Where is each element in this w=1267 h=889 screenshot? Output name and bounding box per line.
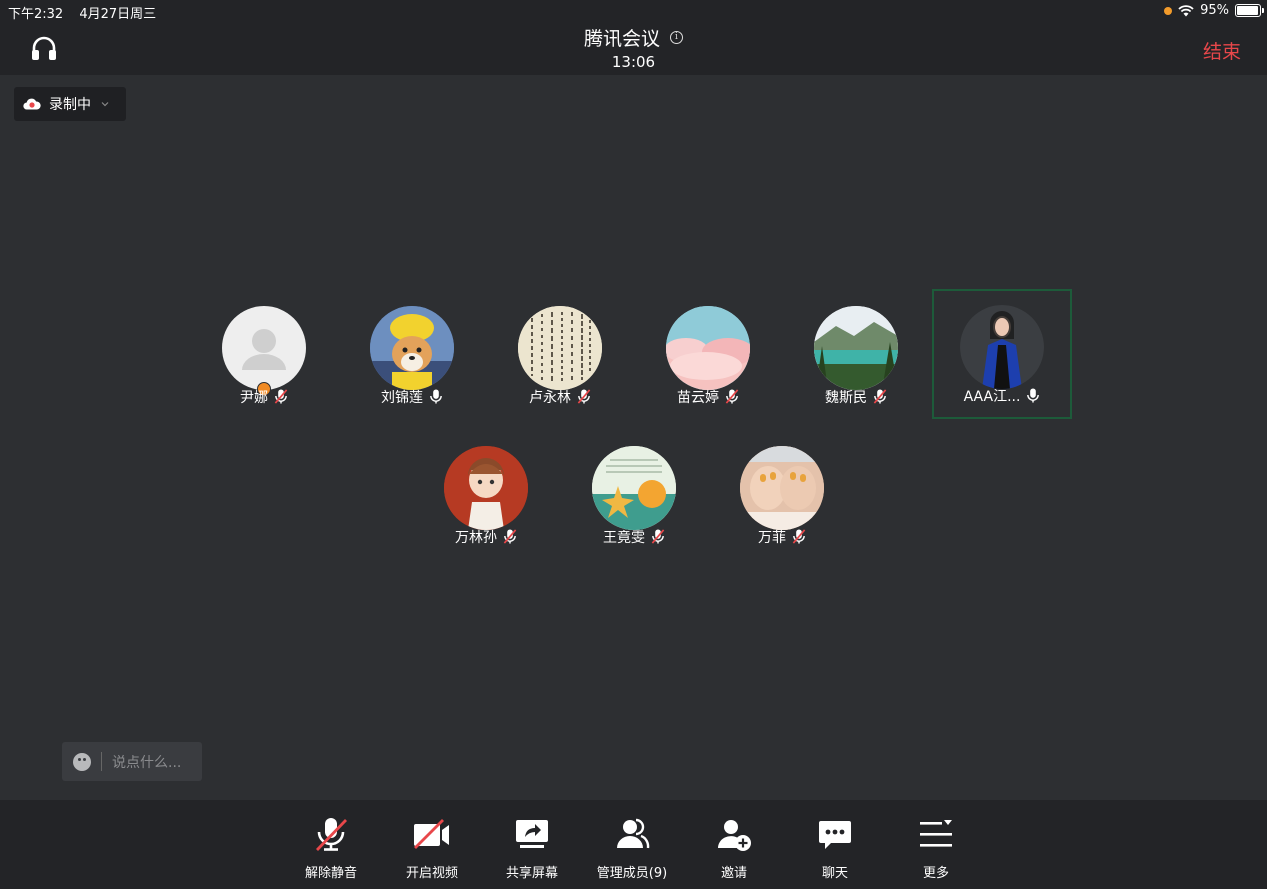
- share-screen-button[interactable]: 共享屏幕: [487, 800, 577, 889]
- chevron-down-icon: [101, 102, 109, 107]
- participant-tile[interactable]: 刘锦莲: [342, 290, 482, 420]
- meeting-title[interactable]: 腾讯会议 i: [584, 24, 683, 51]
- participant-name: 刘锦莲: [381, 390, 423, 406]
- shiba-dog-photo: [370, 306, 454, 390]
- add-person-icon: [718, 820, 751, 851]
- mic-icon: [429, 389, 443, 404]
- status-time: 下午2:32: [8, 7, 64, 22]
- chat-placeholder: 说点什么...: [112, 754, 182, 771]
- status-bar: 下午2:32 4月27日周三 95%: [0, 0, 1267, 22]
- battery-icon: [1235, 4, 1264, 17]
- more-menu-icon: [920, 820, 952, 847]
- divider: [101, 752, 102, 771]
- recording-badge[interactable]: 录制中: [14, 87, 126, 121]
- cartoon-boy-photo: [444, 446, 528, 530]
- calligraphy-photo: [518, 306, 602, 390]
- participant-tile[interactable]: 苗云婷: [638, 290, 778, 420]
- participant-tile-active-speaker[interactable]: AAA江...: [932, 289, 1072, 419]
- starfish-photo: [592, 446, 676, 530]
- participant-tile[interactable]: 万菲: [712, 430, 852, 560]
- mic-muted-icon: [873, 389, 887, 404]
- status-date: 4月27日周三: [79, 7, 157, 22]
- battery-percent: 95%: [1200, 3, 1229, 18]
- unmute-button[interactable]: 解除静音: [286, 800, 376, 889]
- participant-tile[interactable]: 卢永林: [490, 290, 630, 420]
- participant-name: 卢永林: [529, 390, 571, 406]
- mic-icon: [1026, 388, 1040, 403]
- chat-button[interactable]: 聊天: [790, 800, 880, 889]
- mic-muted-icon: [274, 389, 288, 404]
- video-off-icon: [414, 819, 449, 849]
- participant-name: 万菲: [758, 530, 786, 546]
- mountain-lake-photo: [814, 306, 898, 390]
- end-meeting-button[interactable]: 结束: [1203, 37, 1241, 64]
- manage-members-button[interactable]: 管理成员(9): [587, 800, 677, 889]
- cloud-record-icon: [23, 98, 41, 110]
- mic-muted-icon: [315, 818, 348, 851]
- mic-muted-icon: [725, 389, 739, 404]
- participant-name: 魏斯民: [825, 390, 867, 406]
- wifi-icon: [1178, 4, 1194, 16]
- mic-muted-icon: [792, 529, 806, 544]
- chat-label: 聊天: [821, 866, 848, 881]
- more-label: 更多: [922, 866, 949, 881]
- graduate-photo: [960, 305, 1044, 389]
- meeting-title-text: 腾讯会议: [583, 28, 660, 50]
- participant-name: 苗云婷: [677, 390, 719, 406]
- meeting-header: 腾讯会议 i 13:06 结束: [0, 22, 1267, 75]
- participant-tile[interactable]: 王竟雯: [564, 430, 704, 560]
- participant-tile[interactable]: 尹娜: [194, 290, 334, 420]
- start-video-label: 开启视频: [405, 866, 458, 881]
- mic-muted-icon: [577, 389, 591, 404]
- mic-muted-icon: [503, 529, 517, 544]
- members-icon: [617, 818, 650, 849]
- manage-members-label: 管理成员(9): [596, 866, 668, 881]
- unmute-label: 解除静音: [304, 866, 357, 881]
- mic-indicator-dot: [1164, 6, 1173, 15]
- more-button[interactable]: 更多: [891, 800, 981, 889]
- participant-name: 王竟雯: [603, 530, 645, 546]
- participant-name: 尹娜: [240, 390, 268, 406]
- default-person-icon: [222, 306, 306, 390]
- info-icon[interactable]: i: [670, 31, 683, 44]
- participant-tile[interactable]: 万林孙: [416, 430, 556, 560]
- share-screen-icon: [516, 820, 548, 848]
- bottom-toolbar: 解除静音 开启视频 共享屏幕 管理成员(9) 邀请 聊天 更多: [0, 800, 1267, 889]
- emoji-icon[interactable]: [73, 752, 91, 771]
- meeting-window: 下午2:32 4月27日周三 95% 腾讯会议 i 13:06 结束 录制中 尹…: [0, 0, 1267, 889]
- participant-tile[interactable]: 魏斯民: [786, 290, 926, 420]
- start-video-button[interactable]: 开启视频: [387, 800, 477, 889]
- invite-label: 邀请: [720, 866, 747, 881]
- invite-button[interactable]: 邀请: [689, 800, 779, 889]
- pink-clouds-photo: [666, 306, 750, 390]
- recording-label: 录制中: [49, 97, 91, 113]
- chat-input[interactable]: 说点什么...: [62, 742, 202, 781]
- chat-bubble-icon: [819, 821, 851, 849]
- hands-photo: [740, 446, 824, 530]
- participant-name: 万林孙: [455, 530, 497, 546]
- mic-muted-icon: [651, 529, 665, 544]
- meeting-timer: 13:06: [611, 53, 656, 71]
- participant-name: AAA江...: [963, 389, 1021, 405]
- share-screen-label: 共享屏幕: [505, 866, 558, 881]
